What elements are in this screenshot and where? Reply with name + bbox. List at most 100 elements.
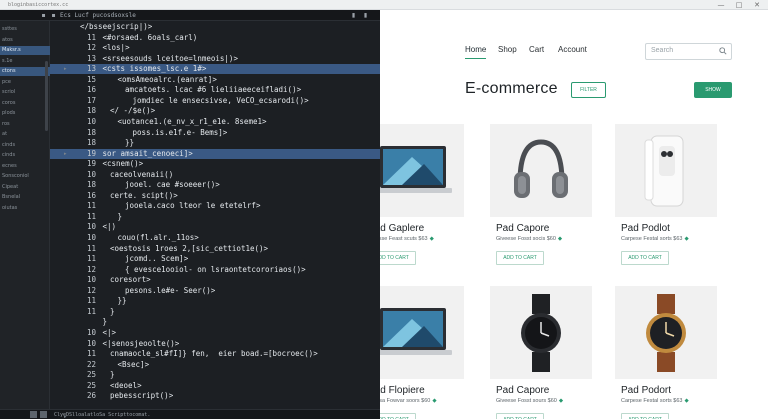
- line-number: 18: [86, 138, 96, 148]
- folder-icon[interactable]: ▪: [50, 12, 57, 19]
- code-line[interactable]: caceolvenaii(): [110, 170, 173, 180]
- fold-arrow-icon[interactable]: ▸: [64, 415, 69, 419]
- product-name[interactable]: Pad Capore: [496, 385, 549, 396]
- add-to-cart-button[interactable]: ADD TO CART: [621, 251, 669, 265]
- file-tree-item[interactable]: Sonsconiol: [0, 172, 50, 181]
- maximize-icon[interactable]: □: [734, 1, 744, 9]
- code-line[interactable]: certe. scipt()>: [110, 191, 178, 201]
- product-name[interactable]: Pad Flopiere: [380, 385, 425, 396]
- file-tree-item[interactable]: Maksr.s: [0, 46, 50, 55]
- file-tree-item[interactable]: oiutas: [0, 204, 50, 213]
- code-line[interactable]: <|senosjeoolte()>: [103, 339, 180, 349]
- code-line[interactable]: }: [103, 317, 108, 327]
- code-line[interactable]: }}: [125, 138, 134, 148]
- file-tree-item[interactable]: s.1e: [0, 57, 50, 66]
- product-image[interactable]: [380, 124, 464, 217]
- nav-shop[interactable]: Shop: [498, 45, 517, 54]
- line-number: 10: [86, 222, 96, 232]
- nav-cart[interactable]: Cart: [529, 45, 544, 54]
- code-line[interactable]: <|>: [103, 328, 117, 338]
- code-line[interactable]: </ -/$e()>: [110, 106, 155, 116]
- search-field[interactable]: Search: [645, 43, 732, 60]
- add-to-cart-button[interactable]: ADD TO CART: [496, 251, 544, 265]
- product-image[interactable]: [615, 124, 717, 217]
- code-line[interactable]: <oestosis 1roes 2,[sic_cettiot1e()>: [110, 244, 268, 254]
- status-icon[interactable]: [40, 411, 47, 418]
- product-image[interactable]: [490, 124, 592, 217]
- file-tree-item[interactable]: ecnes: [0, 162, 50, 171]
- file-tree-item[interactable]: Cipeat: [0, 183, 50, 192]
- file-tree-item[interactable]: plods: [0, 109, 50, 118]
- code-line[interactable]: <csts issomes_lsc.e 1#>: [103, 64, 207, 74]
- file-tree-item[interactable]: atos: [0, 36, 50, 45]
- code-line[interactable]: <csnem()>: [103, 159, 144, 169]
- search-icon[interactable]: [719, 47, 727, 55]
- product-image[interactable]: [490, 286, 592, 379]
- file-tree-item[interactable]: ctons: [0, 67, 50, 76]
- nav-account[interactable]: Account: [558, 45, 587, 54]
- split-icon[interactable]: ▮: [350, 12, 357, 19]
- browser-tab[interactable]: bloginbasiccortex.cc: [4, 1, 72, 9]
- file-tree-item[interactable]: cinds: [0, 141, 50, 150]
- product-name[interactable]: Pad Gaplere: [380, 223, 424, 234]
- code-line[interactable]: poss.is.e1f.e- Bems]>: [133, 128, 228, 138]
- code-line[interactable]: jooela.caco lteor le etetelrf>: [125, 201, 260, 211]
- file-tree-item[interactable]: cinds: [0, 151, 50, 160]
- product-meta: Carpese Festal sorts $63 ◆: [621, 398, 689, 404]
- product-image[interactable]: [615, 286, 717, 379]
- code-line[interactable]: pebesscript()>: [110, 391, 173, 401]
- code-line[interactable]: </bsseejscrip|)>: [80, 22, 152, 32]
- file-tree-item[interactable]: at: [0, 130, 50, 139]
- code-line[interactable]: sor amsait_cenoeci]>: [103, 149, 193, 159]
- product-name[interactable]: Pad Podort: [621, 385, 671, 396]
- add-to-cart-button[interactable]: ADD TO CART: [380, 413, 416, 419]
- code-line[interactable]: amcatoets. lcac #6 lieliiaeeceifladi()>: [125, 85, 301, 95]
- minimize-icon[interactable]: —: [716, 1, 726, 9]
- code-line[interactable]: coresort>: [110, 275, 151, 285]
- code-line[interactable]: <uotance1.(e_nv_x_r1_e1e. 8seme1>: [118, 117, 267, 127]
- code-line[interactable]: <srseesouds lceitoe=lnmeois|)>: [103, 54, 238, 64]
- code-line[interactable]: }: [118, 212, 123, 222]
- filter-button[interactable]: FILTER: [571, 82, 606, 98]
- code-line[interactable]: }: [110, 307, 115, 317]
- file-tree-item[interactable]: ros: [0, 120, 50, 129]
- code-line[interactable]: <|): [103, 222, 117, 232]
- code-line[interactable]: <omsAmeoalrc.(eanrat]>: [118, 75, 217, 85]
- add-to-cart-button[interactable]: ADD TO CART: [380, 251, 416, 265]
- code-line[interactable]: jooel. cae #soeeer()>: [125, 180, 220, 190]
- status-icon[interactable]: [30, 411, 37, 418]
- code-line[interactable]: jcomd.. Scem]>: [125, 254, 188, 264]
- product-meta-text: Giveese Fosst socis $60: [496, 236, 556, 242]
- code-line[interactable]: <#orsaed. 6oals_carl): [103, 33, 198, 43]
- code-line[interactable]: <los|>: [103, 43, 130, 53]
- file-tree-item[interactable]: pce: [0, 78, 50, 87]
- file-tree-item[interactable]: scriol: [0, 88, 50, 97]
- code-line[interactable]: <deoel>: [110, 381, 142, 391]
- fold-arrow-icon[interactable]: ▸: [64, 151, 69, 157]
- file-tree-item[interactable]: coros: [0, 99, 50, 108]
- code-line[interactable]: cnamaocle_sl#fI]} fen, eier boad.=[bocro…: [110, 349, 318, 359]
- fold-arrow-icon[interactable]: ▸: [64, 67, 69, 72]
- code-line[interactable]: pesons.le#e- Seer()>: [125, 286, 215, 296]
- product-image[interactable]: [380, 286, 464, 379]
- nav-home[interactable]: Home: [465, 45, 486, 54]
- add-to-cart-button[interactable]: ADD TO CART: [621, 413, 669, 419]
- add-to-cart-button[interactable]: ADD TO CART: [496, 413, 544, 419]
- file-tree-item[interactable]: ssttes: [0, 25, 50, 34]
- code-line[interactable]: jomdiec le ensecsivse, VeCO_ecsarodi()>: [133, 96, 309, 106]
- code-line[interactable]: }}: [118, 296, 127, 306]
- code-line[interactable]: }: [110, 370, 115, 380]
- line-number: 11: [86, 201, 96, 211]
- product-name[interactable]: Pad Podlot: [621, 223, 670, 234]
- show-button[interactable]: SHOW: [694, 82, 732, 98]
- code-line[interactable]: <Bsec]>: [118, 360, 150, 370]
- file-tree-item[interactable]: Bsnelal: [0, 193, 50, 202]
- explorer-scrollbar[interactable]: [45, 61, 48, 131]
- more-icon[interactable]: ▮: [362, 12, 369, 19]
- file-icon[interactable]: ▪: [40, 12, 47, 19]
- code-line[interactable]: { evesce1ooiol- on lsraontetcororiaos()>: [125, 265, 306, 275]
- close-icon[interactable]: ✕: [752, 1, 762, 9]
- code-line[interactable]: couo(fl.alr._11os>: [118, 233, 199, 243]
- product-name[interactable]: Pad Capore: [496, 223, 549, 234]
- storefront-preview: Home Shop Cart Account Search E-commerce…: [380, 10, 768, 419]
